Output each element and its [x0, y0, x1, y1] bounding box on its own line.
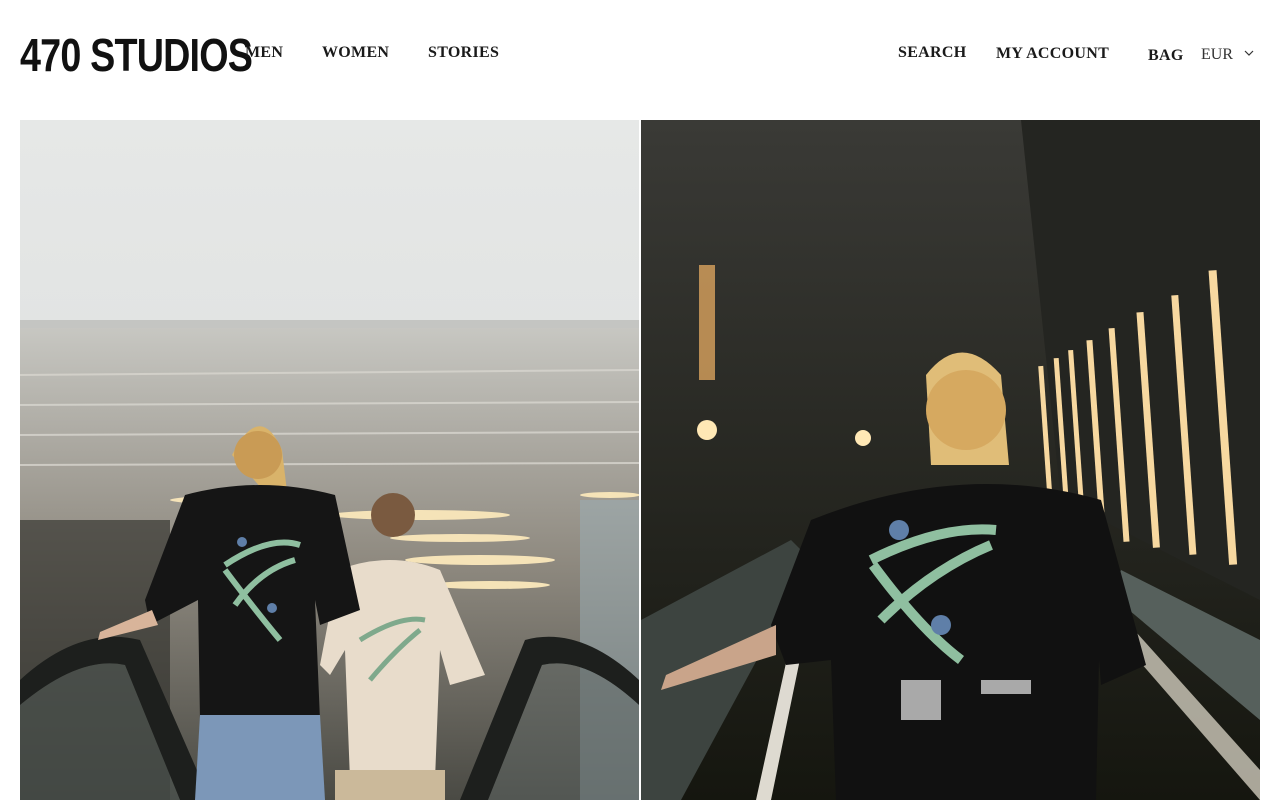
- escalator-atrium-photo: [20, 120, 639, 800]
- hero-image-left[interactable]: [20, 120, 639, 800]
- hero-image-right[interactable]: [641, 120, 1260, 800]
- bag-link[interactable]: BAG: [1148, 47, 1184, 65]
- site-header: 470 STUDIOS MEN WOMEN STORIES SEARCH MY …: [0, 0, 1280, 110]
- hero-gallery: [20, 120, 1260, 800]
- search-link[interactable]: SEARCH: [898, 44, 966, 62]
- currency-selector[interactable]: EUR: [1201, 46, 1233, 64]
- brand-logo[interactable]: 470 STUDIOS: [20, 30, 253, 80]
- chevron-down-icon[interactable]: [1244, 49, 1254, 57]
- nav-stories[interactable]: STORIES: [428, 44, 499, 62]
- nav-men[interactable]: MEN: [245, 44, 283, 62]
- account-link[interactable]: MY ACCOUNT: [996, 45, 1109, 63]
- escalator-tunnel-photo: [641, 120, 1260, 800]
- nav-women[interactable]: WOMEN: [322, 44, 389, 62]
